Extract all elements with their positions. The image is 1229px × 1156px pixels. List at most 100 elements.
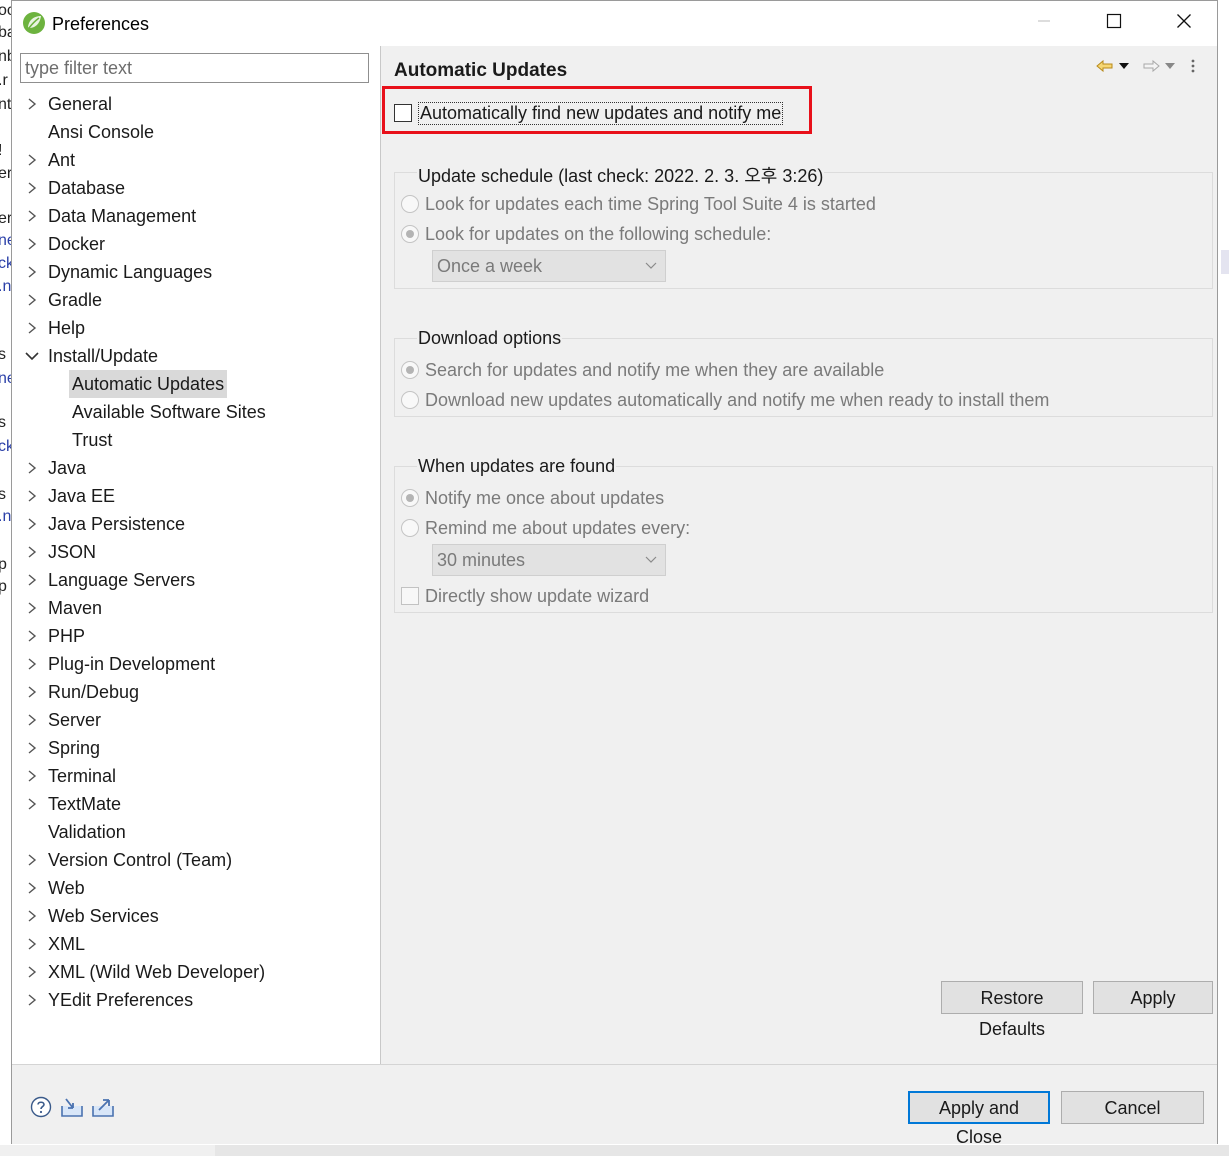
tree-item-label: YEdit Preferences <box>48 990 194 1010</box>
tree-item-label: XML <box>48 934 86 954</box>
tree-item-label: Docker <box>48 234 106 254</box>
radio-button[interactable] <box>401 195 419 213</box>
back-arrow-icon[interactable] <box>1096 56 1114 76</box>
chevron-right-icon[interactable] <box>24 930 40 958</box>
apply-and-close-button[interactable]: Apply and Close <box>908 1091 1050 1147</box>
chevron-right-icon[interactable] <box>24 286 40 314</box>
view-menu-icon[interactable] <box>1190 56 1196 76</box>
chevron-right-icon[interactable] <box>24 902 40 930</box>
tree-item-label: PHP <box>48 626 86 646</box>
import-icon[interactable] <box>60 1095 84 1119</box>
chevron-right-icon[interactable] <box>24 650 40 678</box>
show-update-wizard-checkbox[interactable]: Directly show update wizard <box>401 583 649 609</box>
chevron-right-icon[interactable] <box>24 314 40 342</box>
chevron-right-icon[interactable] <box>24 874 40 902</box>
tree-item-label: Version Control (Team) <box>48 850 233 870</box>
tree-item-label: Trust <box>72 430 113 450</box>
radio-button[interactable] <box>401 225 419 243</box>
remind-every-radio[interactable]: Remind me about updates every: <box>401 515 690 541</box>
minimize-icon <box>1036 13 1052 34</box>
chevron-down-icon[interactable] <box>24 342 40 370</box>
chevron-right-icon[interactable] <box>24 622 40 650</box>
tree-item-label: Help <box>48 318 86 338</box>
close-button[interactable] <box>1149 1 1219 46</box>
notify-once-label: Notify me once about updates <box>425 487 665 508</box>
chevron-right-icon[interactable] <box>24 538 40 566</box>
restore-defaults-button[interactable]: Restore Defaults <box>941 981 1083 1039</box>
apply-button[interactable]: Apply <box>1093 981 1213 1014</box>
chevron-right-icon[interactable] <box>24 958 40 986</box>
window-title: Preferences <box>52 14 150 34</box>
when-updates-found-title: When updates are found <box>417 456 617 477</box>
tree-item-label: Ant <box>48 150 76 170</box>
chevron-right-icon[interactable] <box>24 146 40 174</box>
chevron-right-icon[interactable] <box>24 734 40 762</box>
radio-button[interactable] <box>401 391 419 409</box>
chevron-right-icon[interactable] <box>24 846 40 874</box>
background-editor-fragment: oc ba nb .r nt ! er er ne ck .n s ne s c… <box>0 0 11 1156</box>
chevron-down-icon <box>645 545 657 575</box>
tree-item-label: Java <box>48 458 87 478</box>
remind-interval-value: 30 minutes <box>437 550 526 570</box>
tree-item-label: Automatic Updates <box>69 370 228 398</box>
schedule-frequency-select[interactable]: Once a week <box>432 250 666 282</box>
tree-item-label: Web <box>48 878 85 898</box>
preference-page: Automatic Updates Automatically find new… <box>381 46 1217 1064</box>
chevron-right-icon[interactable] <box>24 258 40 286</box>
update-schedule-group: Update schedule (last check: 2022. 2. 3.… <box>394 162 1213 289</box>
maximize-button[interactable] <box>1079 1 1149 46</box>
remind-every-label: Remind me about updates every: <box>425 517 691 538</box>
radio-button[interactable] <box>401 489 419 507</box>
tree-item-label: Data Management <box>48 206 197 226</box>
chevron-right-icon[interactable] <box>24 594 40 622</box>
look-on-startup-radio[interactable]: Look for updates each time Spring Tool S… <box>401 191 876 217</box>
radio-button[interactable] <box>401 361 419 379</box>
forward-arrow-icon[interactable] <box>1142 56 1160 76</box>
chevron-down-icon <box>645 251 657 281</box>
download-automatically-label: Download new updates automatically and n… <box>425 389 1050 410</box>
background-status-strip <box>0 1145 1229 1156</box>
remind-interval-select[interactable]: 30 minutes <box>432 544 666 576</box>
help-icon[interactable] <box>29 1095 53 1119</box>
chevron-right-icon[interactable] <box>24 90 40 118</box>
tree-item-label: Java EE <box>48 486 116 506</box>
tree-item-label: Language Servers <box>48 570 196 590</box>
chevron-right-icon[interactable] <box>24 454 40 482</box>
title-bar: Preferences <box>12 1 1217 46</box>
page-navigation-toolbar <box>1096 56 1206 76</box>
tree-item-label: Gradle <box>48 290 103 310</box>
chevron-right-icon[interactable] <box>24 762 40 790</box>
chevron-right-icon[interactable] <box>24 482 40 510</box>
chevron-right-icon[interactable] <box>24 230 40 258</box>
tree-item-label: General <box>48 94 113 114</box>
back-dropdown-icon[interactable] <box>1118 56 1130 76</box>
filter-input[interactable] <box>20 53 369 83</box>
chevron-right-icon[interactable] <box>24 790 40 818</box>
tree-item-label: Ansi Console <box>48 122 155 142</box>
forward-dropdown-icon[interactable] <box>1164 56 1176 76</box>
chevron-right-icon[interactable] <box>24 986 40 1014</box>
show-update-wizard-label: Directly show update wizard <box>425 585 650 606</box>
download-automatically-radio[interactable]: Download new updates automatically and n… <box>401 387 1049 413</box>
chevron-right-icon[interactable] <box>24 678 40 706</box>
chevron-right-icon[interactable] <box>24 174 40 202</box>
chevron-right-icon[interactable] <box>24 566 40 594</box>
look-on-schedule-label: Look for updates on the following schedu… <box>425 223 772 244</box>
minimize-button[interactable] <box>1009 1 1079 46</box>
chevron-right-icon[interactable] <box>24 202 40 230</box>
chevron-right-icon[interactable] <box>24 510 40 538</box>
tree-item-label: XML (Wild Web Developer) <box>48 962 266 982</box>
look-on-startup-label: Look for updates each time Spring Tool S… <box>425 193 876 214</box>
tree-item-label: Database <box>48 178 126 198</box>
show-update-wizard-box[interactable] <box>401 587 419 605</box>
radio-button[interactable] <box>401 519 419 537</box>
notify-once-radio[interactable]: Notify me once about updates <box>401 485 664 511</box>
chevron-right-icon[interactable] <box>24 706 40 734</box>
tree-item-label: JSON <box>48 542 97 562</box>
spring-leaf-icon <box>22 11 46 35</box>
export-icon[interactable] <box>91 1095 115 1119</box>
search-and-notify-radio[interactable]: Search for updates and notify me when th… <box>401 357 884 383</box>
look-on-schedule-radio[interactable]: Look for updates on the following schedu… <box>401 221 771 247</box>
cancel-button[interactable]: Cancel <box>1061 1091 1204 1124</box>
download-options-group: Download options Search for updates and … <box>394 328 1213 417</box>
